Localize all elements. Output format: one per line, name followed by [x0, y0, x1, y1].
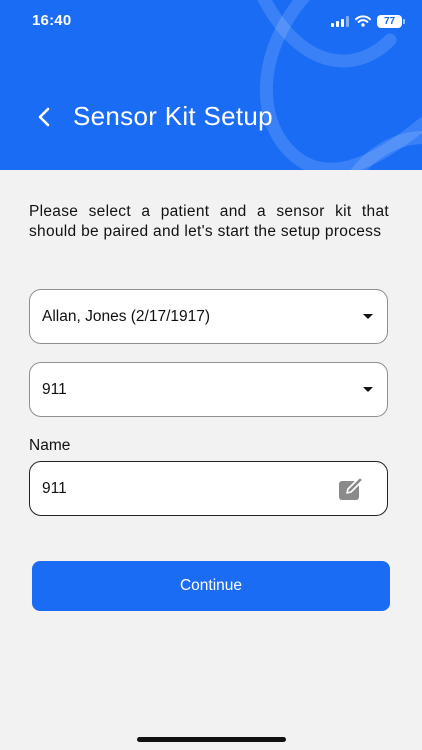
back-button[interactable] [32, 104, 56, 130]
dropdown-arrow-icon [363, 314, 373, 319]
instructions-text: Please select a patient and a sensor kit… [29, 203, 389, 240]
wifi-icon [355, 15, 371, 27]
header: 16:40 77 Sensor Kit Setup [0, 0, 422, 170]
page-title: Sensor Kit Setup [73, 101, 273, 131]
signal-icon [331, 15, 349, 27]
home-indicator [137, 737, 286, 742]
battery-icon: 77 [377, 14, 405, 28]
continue-button[interactable]: Continue [32, 561, 390, 611]
chevron-left-icon [38, 107, 50, 127]
dropdown-arrow-icon [363, 387, 373, 392]
name-input[interactable] [42, 479, 337, 498]
edit-icon[interactable] [337, 475, 367, 502]
name-input-container [29, 461, 388, 516]
sensor-kit-select[interactable]: 911 [29, 362, 388, 417]
status-bar: 16:40 77 [0, 0, 422, 44]
status-time: 16:40 [32, 12, 72, 29]
sensor-kit-select-value: 911 [42, 380, 67, 398]
patient-select[interactable]: Allan, Jones (2/17/1917) [29, 289, 388, 344]
patient-select-value: Allan, Jones (2/17/1917) [42, 307, 211, 325]
name-label: Name [29, 437, 71, 454]
status-icons: 77 [331, 13, 405, 29]
